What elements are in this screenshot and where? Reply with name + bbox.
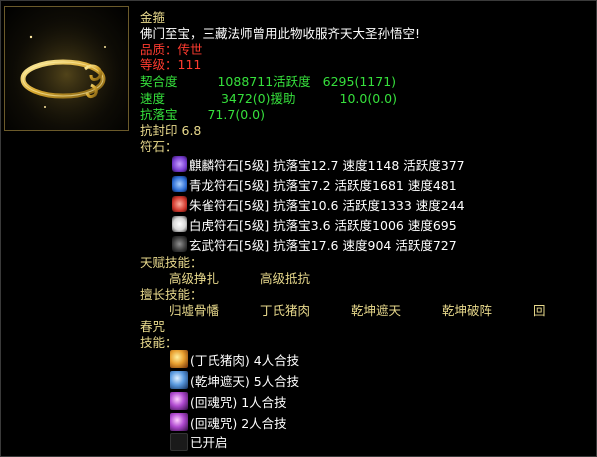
specialty-header: 擅长技能： xyxy=(140,287,203,302)
soul-skill-icon xyxy=(170,392,188,410)
skill-row: (回魂咒) 1人合技 xyxy=(190,395,287,410)
skill-row: (回魂咒) 2人合技 xyxy=(190,416,287,431)
qilin-rune-icon xyxy=(172,156,187,172)
seal-row: 抗封印 6.8 xyxy=(140,123,201,138)
specialty-wrap: 春咒 xyxy=(140,319,166,334)
unlocked-icon xyxy=(170,433,188,451)
activity-value: 6295(1171) xyxy=(322,74,397,89)
rune-row: 青龙符石[5级] 抗落宝7.2 活跃度1681 速度481 xyxy=(189,178,457,193)
unlocked-text: 已开启 xyxy=(190,435,228,450)
dragon-rune-icon xyxy=(172,176,187,192)
talent-item: 高级挣扎 xyxy=(169,271,220,286)
specialty-item: 回 xyxy=(533,303,546,318)
qiankun-skill-icon xyxy=(170,371,188,389)
rune-row: 麒麟符石[5级] 抗落宝12.7 速度1148 活跃度377 xyxy=(189,158,465,173)
quality-row: 品质：传世 xyxy=(140,42,203,57)
fit-label: 契合度 xyxy=(140,74,178,89)
specialty-item: 归墟骨幡 xyxy=(169,303,220,318)
level-label: 等级： xyxy=(140,57,178,72)
specialty-item: 乾坤遮天 xyxy=(351,303,402,318)
assist-label: 援助 xyxy=(270,91,296,106)
rune-row: 朱雀符石[5级] 抗落宝10.6 活跃度1333 速度244 xyxy=(189,198,465,213)
fit-value: 1088711 xyxy=(217,74,274,89)
runes-header: 符石： xyxy=(140,139,178,154)
speed-label: 速度 xyxy=(140,91,166,106)
tortoise-rune-icon xyxy=(172,236,187,252)
resist-value: 71.7(0.0) xyxy=(207,107,265,122)
talent-header: 天赋技能： xyxy=(140,255,203,270)
quality-value: 传世 xyxy=(177,42,203,57)
phoenix-rune-icon xyxy=(172,196,187,212)
seal-label: 抗封印 xyxy=(140,123,178,138)
fit-row: 契合度 1088711活跃度 6295(1171) xyxy=(140,74,396,89)
skills-header: 技能： xyxy=(140,335,178,350)
skill-row: (乾坤遮天) 5人合技 xyxy=(190,374,300,389)
resist-row: 抗落宝 71.7(0.0) xyxy=(140,107,265,122)
item-name: 金箍 xyxy=(140,10,166,25)
rune-row: 白虎符石[5级] 抗落宝3.6 活跃度1006 速度695 xyxy=(189,218,457,233)
speed-row: 速度 3472(0)援助 10.0(0.0) xyxy=(140,91,397,106)
talent-item: 高级抵抗 xyxy=(260,271,311,286)
resist-label: 抗落宝 xyxy=(140,107,178,122)
specialty-item: 丁氏猪肉 xyxy=(260,303,311,318)
quality-label: 品质： xyxy=(140,42,178,57)
item-tooltip-panel: 金箍 佛门至宝，三藏法师曾用此物收服齐天大圣孙悟空! 品质：传世 等级：111 … xyxy=(0,0,597,457)
level-value: 111 xyxy=(177,57,202,72)
level-row: 等级：111 xyxy=(140,57,201,72)
golden-headband-icon xyxy=(5,7,128,130)
item-portrait xyxy=(4,6,129,131)
tiger-rune-icon xyxy=(172,216,187,232)
item-description: 佛门至宝，三藏法师曾用此物收服齐天大圣孙悟空! xyxy=(140,26,421,41)
activity-label: 活跃度 xyxy=(273,74,311,89)
pork-skill-icon xyxy=(170,350,188,368)
skill-row: (丁氏猪肉) 4人合技 xyxy=(190,353,300,368)
rune-row: 玄武符石[5级] 抗落宝17.6 速度904 活跃度727 xyxy=(189,238,457,253)
specialty-item: 乾坤破阵 xyxy=(442,303,493,318)
seal-value: 6.8 xyxy=(181,123,202,138)
soul-skill-icon xyxy=(170,413,188,431)
assist-value: 10.0(0.0) xyxy=(339,91,397,106)
speed-value: 3472(0) xyxy=(220,91,271,106)
